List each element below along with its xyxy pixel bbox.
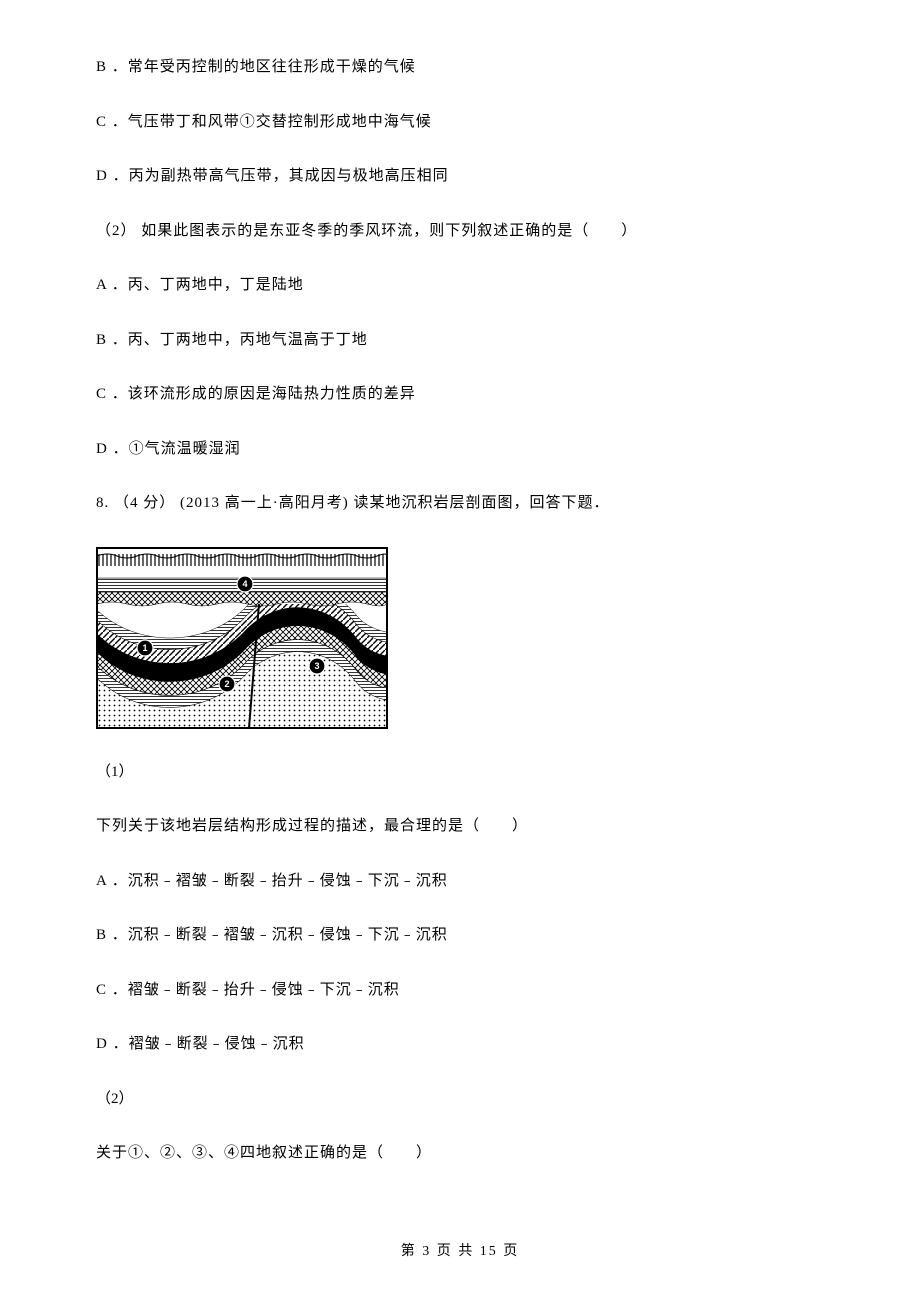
svg-text:3: 3 xyxy=(314,661,319,671)
q7-sub2-stem: （2） 如果此图表示的是东亚冬季的季风环流，则下列叙述正确的是（ ） xyxy=(96,220,824,243)
q8-sub1-label: （1） xyxy=(96,761,824,784)
q7-option-d: D ．丙为副热带高气压带，其成因与极地高压相同 xyxy=(96,165,824,188)
q8-sub1-stem: 下列关于该地岩层结构形成过程的描述，最合理的是（ ） xyxy=(96,815,824,838)
q7-option-b: B ．常年受丙控制的地区往往形成干燥的气候 xyxy=(96,56,824,79)
q8-sub2-label: （2） xyxy=(96,1088,824,1111)
q8-stem: 8. （4 分） (2013 高一上·高阳月考) 读某地沉积岩层剖面图，回答下题… xyxy=(96,492,824,515)
q8-figure: 4 1 2 3 xyxy=(96,547,388,729)
q7-sub2-option-d: D ．①气流温暖湿润 xyxy=(96,438,824,461)
q8-sub1-option-b: B ．沉积﹣断裂﹣褶皱﹣沉积﹣侵蚀﹣下沉﹣沉积 xyxy=(96,924,824,947)
q8-sub2-stem: 关于①、②、③、④四地叙述正确的是（ ） xyxy=(96,1142,824,1165)
q8-sub1-option-d: D ．褶皱﹣断裂﹣侵蚀﹣沉积 xyxy=(96,1033,824,1056)
marker-1-icon: 1 xyxy=(137,640,153,656)
q8-sub1-option-c: C ．褶皱﹣断裂﹣抬升﹣侵蚀﹣下沉﹣沉积 xyxy=(96,979,824,1002)
svg-text:1: 1 xyxy=(142,643,147,653)
page-footer: 第 3 页 共 15 页 xyxy=(0,1240,920,1260)
svg-text:4: 4 xyxy=(242,579,247,589)
q7-sub2-option-a: A ．丙、丁两地中，丁是陆地 xyxy=(96,274,824,297)
q8-sub1-option-a: A ．沉积﹣褶皱﹣断裂﹣抬升﹣侵蚀﹣下沉﹣沉积 xyxy=(96,870,824,893)
marker-2-icon: 2 xyxy=(219,676,235,692)
marker-4-icon: 4 xyxy=(237,576,253,592)
svg-text:2: 2 xyxy=(224,679,229,689)
q7-sub2-option-b: B ．丙、丁两地中，丙地气温高于丁地 xyxy=(96,329,824,352)
marker-3-icon: 3 xyxy=(309,658,325,674)
q7-option-c: C ．气压带丁和风带①交替控制形成地中海气候 xyxy=(96,111,824,134)
q7-sub2-option-c: C ．该环流形成的原因是海陆热力性质的差异 xyxy=(96,383,824,406)
